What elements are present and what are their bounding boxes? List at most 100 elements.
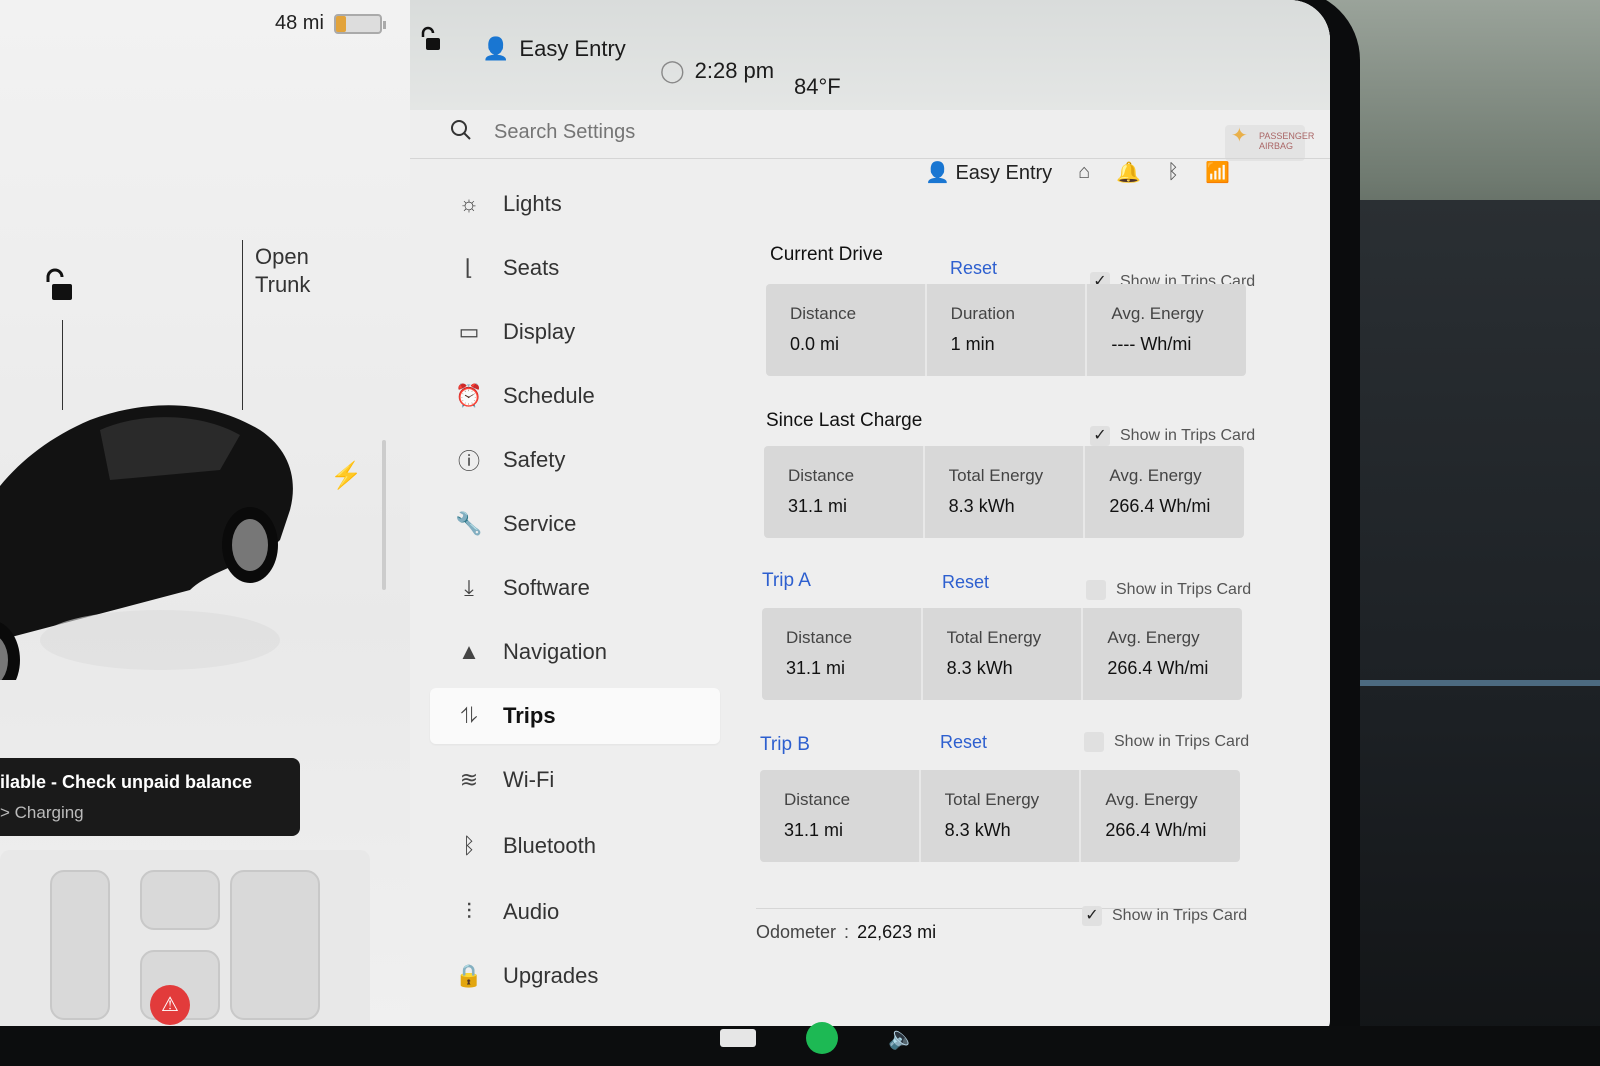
navigation-arrow-icon: ▲ (458, 639, 480, 664)
app-tray-icon[interactable] (720, 1029, 756, 1047)
menu-item-label: Audio (503, 899, 560, 924)
lock-status-icon[interactable] (418, 26, 442, 52)
menu-item-navigation[interactable]: ▲ Navigation (430, 624, 720, 680)
volume-icon[interactable]: 🔈 (888, 1025, 915, 1051)
bell-icon[interactable]: 🔔 (1116, 160, 1141, 185)
time-text: 2:28 pm (694, 58, 775, 83)
menu-item-seats[interactable]: ⌊ Seats (430, 240, 720, 296)
home-icon[interactable]: ⌂ (1078, 161, 1090, 184)
menu-item-schedule[interactable]: ⏰ Schedule (430, 368, 720, 424)
current-drive-reset-button[interactable]: Reset (950, 258, 997, 279)
checkbox-unchecked[interactable] (1084, 732, 1104, 752)
menu-item-bluetooth[interactable]: ᛒ Bluetooth (430, 818, 720, 874)
car-image (0, 405, 293, 680)
bluetooth-icon[interactable]: ᛒ (1167, 161, 1179, 184)
exclamation-circle-icon: ⓘ (457, 449, 480, 474)
odometer-show-toggle[interactable]: ✓ Show in Trips Card (1082, 906, 1247, 926)
menu-item-label: Upgrades (503, 963, 599, 988)
odometer-label: Odometer (756, 922, 837, 942)
menu-item-trips[interactable]: ⥮ Trips (430, 688, 720, 744)
open-trunk-button[interactable]: Open Trunk (255, 243, 310, 299)
show-label: Show in Trips Card (1114, 733, 1250, 750)
stat-cell: Distance 0.0 mi (766, 284, 927, 376)
menu-item-audio[interactable]: ⫶ Audio (430, 884, 720, 940)
odometer-value: 22,623 mi (857, 922, 937, 942)
stat-label: Distance (784, 790, 851, 809)
stat-value: 8.3 kWh (948, 496, 1015, 516)
trip-b-show-toggle[interactable]: Show in Trips Card (1084, 732, 1249, 752)
stat-cell: Avg. Energy 266.4 Wh/mi (1085, 446, 1244, 538)
menu-item-label: Safety (503, 447, 566, 472)
range-text: 48 mi (275, 12, 324, 34)
dock-icons: 🔈 (720, 1022, 915, 1054)
trip-a-reset-button[interactable]: Reset (942, 572, 989, 593)
stat-value: 266.4 Wh/mi (1105, 820, 1207, 840)
menu-item-label: Service (503, 511, 577, 536)
status-bar: 👤 Easy Entry ◯ 2:28 pm 84°F (410, 0, 1330, 110)
stat-label: Distance (790, 304, 857, 323)
driver-profile-button[interactable]: 👤 Easy Entry (482, 36, 626, 62)
spotify-icon[interactable] (806, 1022, 838, 1054)
since-last-charge-show-toggle[interactable]: ✓ Show in Trips Card (1090, 426, 1255, 446)
menu-item-service[interactable]: 🔧 Service (430, 496, 720, 552)
search-bar[interactable] (450, 112, 830, 152)
trip-a-stats: Distance 31.1 mi Total Energy 8.3 kWh Avg.… (762, 608, 1242, 700)
battery-icon (333, 13, 386, 34)
bag-icon: 🔒 (455, 963, 483, 988)
person-icon: 👤 (925, 162, 950, 184)
notice-subtitle: > Charging (0, 803, 84, 822)
trip-a-show-toggle[interactable]: Show in Trips Card (1086, 580, 1251, 600)
trunk-pointer-line (242, 240, 243, 410)
seat-map: ⚠ (0, 850, 370, 1040)
airbag-icon: ✦ (1231, 125, 1248, 147)
stat-value: ---- Wh/mi (1111, 334, 1192, 354)
trip-b-title[interactable]: Trip B (760, 734, 810, 756)
stat-cell: Distance 31.1 mi (762, 608, 923, 700)
stat-value: 266.4 Wh/mi (1109, 496, 1211, 516)
display-icon: ▭ (458, 319, 480, 344)
menu-item-label: Schedule (503, 383, 595, 408)
menu-item-safety[interactable]: ⓘ Safety (430, 432, 720, 488)
stat-label: Duration (950, 304, 1015, 323)
airbag-text: PASSENGER AIRBAG (1259, 131, 1315, 151)
stat-label: Total Energy (944, 790, 1040, 809)
wrench-icon: 🔧 (455, 511, 483, 536)
lte-signal-icon: 📶 (1205, 162, 1231, 184)
checkbox-checked[interactable]: ✓ (1082, 906, 1102, 926)
stat-value: 8.3 kWh (944, 820, 1011, 840)
charging-notice[interactable]: ilable - Check unpaid balance > Charging (0, 758, 300, 836)
stat-value: 0.0 mi (790, 334, 840, 354)
panel-profile[interactable]: 👤 Easy Entry (925, 160, 1052, 185)
stat-label: Avg. Energy (1107, 628, 1200, 647)
trip-b-stats: Distance 31.1 mi Total Energy 8.3 kWh Avg.… (760, 770, 1240, 862)
stat-cell: Total Energy 8.3 kWh (924, 446, 1086, 538)
search-input[interactable] (494, 120, 794, 144)
stat-value: 266.4 Wh/mi (1107, 658, 1209, 678)
trip-a-title[interactable]: Trip A (762, 570, 811, 592)
clock: ◯ 2:28 pm (660, 58, 774, 84)
open-trunk-line1: Open (255, 244, 309, 269)
menu-item-label: Wi-Fi (503, 767, 555, 792)
checkbox-checked[interactable]: ✓ (1090, 426, 1110, 446)
panel-header: 👤 Easy Entry ⌂ 🔔 ᛒ 📶 (925, 160, 1230, 185)
menu-item-display[interactable]: ▭ Display (430, 304, 720, 360)
stat-label: Total Energy (948, 466, 1044, 485)
frunk-unlock-icon[interactable] (42, 268, 76, 312)
current-drive-stats: Distance 0.0 mi Duration 1 min Avg. Energy… (766, 284, 1246, 376)
menu-item-wi-fi[interactable]: ≋ Wi-Fi (430, 752, 720, 808)
current-drive-title: Current Drive (770, 244, 883, 265)
scrollbar[interactable] (382, 440, 386, 590)
odometer: Odometer : 22,623 mi (756, 922, 936, 943)
menu-item-software[interactable]: ⤓ Software (430, 560, 720, 616)
panel-profile-name: Easy Entry (955, 162, 1053, 184)
stat-value: 31.1 mi (784, 820, 844, 840)
charge-port-icon[interactable]: ⚡ (330, 460, 362, 491)
checkbox-unchecked[interactable] (1086, 580, 1106, 600)
menu-item-lights[interactable]: ☼ Lights (430, 176, 720, 232)
seat-rear-bench (230, 870, 320, 1020)
menu-item-upgrades[interactable]: 🔒 Upgrades (430, 948, 720, 1004)
stat-label: Avg. Energy (1105, 790, 1198, 809)
trip-b-reset-button[interactable]: Reset (940, 732, 987, 753)
stat-cell: Duration 1 min (926, 284, 1088, 376)
alarm-clock-icon: ⏰ (455, 383, 483, 408)
